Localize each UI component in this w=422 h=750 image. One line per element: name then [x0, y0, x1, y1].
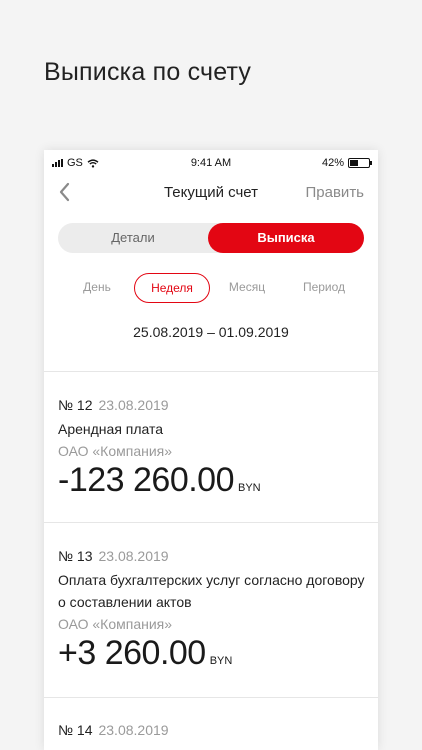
battery-icon — [348, 158, 372, 168]
transaction-amount: +3 260.00 — [58, 634, 206, 672]
transaction-description: Арендная плата — [58, 421, 164, 437]
transaction-number: № 13 — [58, 548, 93, 564]
transaction-date: 23.08.2019 — [98, 722, 169, 738]
divider — [44, 371, 378, 372]
transaction-number: № 12 — [58, 397, 93, 413]
tab-period[interactable]: Период — [292, 273, 356, 301]
transaction-amount: -123 260.00 — [58, 461, 235, 499]
transaction-card[interactable]: № 14 23.08.2019 — [58, 722, 368, 738]
segmented-control: Детали Выписка — [58, 223, 364, 253]
segment-details[interactable]: Детали — [58, 223, 208, 253]
battery-percent: 42% — [321, 157, 344, 169]
period-tabs: День Неделя Месяц Период — [44, 273, 378, 303]
transaction-number: № 14 — [58, 722, 93, 738]
tab-week[interactable]: Неделя — [134, 273, 210, 303]
phone-screen: GS 9:41 AM 42% Текущий счет Править Дета… — [44, 150, 378, 750]
promo-title: Выписка по счету — [44, 58, 252, 86]
transaction-currency: BYN — [209, 655, 233, 667]
status-bar: GS 9:41 AM 42% — [44, 150, 378, 174]
transaction-card[interactable]: № 13 23.08.2019 Оплата бухгалтерских услу… — [58, 548, 368, 673]
transaction-description: Оплата бухгалтерских услуг согласно дого… — [58, 572, 365, 610]
tab-day[interactable]: День — [68, 273, 126, 301]
tab-month[interactable]: Месяц — [218, 273, 276, 301]
transaction-company: ОАО «Компания» — [58, 443, 173, 459]
divider — [44, 522, 378, 523]
date-range: 25.08.2019 – 01.09.2019 — [133, 324, 289, 340]
transaction-card[interactable]: № 12 23.08.2019 Арендная плата ОАО «Компа… — [58, 397, 368, 500]
nav-bar: Текущий счет Править — [44, 176, 378, 210]
transaction-currency: BYN — [238, 482, 261, 494]
transaction-company: ОАО «Компания» — [58, 616, 173, 632]
edit-button[interactable]: Править — [306, 184, 365, 201]
transaction-date: 23.08.2019 — [98, 397, 169, 413]
divider — [44, 697, 378, 698]
segment-statement[interactable]: Выписка — [208, 223, 364, 253]
transaction-date: 23.08.2019 — [98, 548, 169, 564]
